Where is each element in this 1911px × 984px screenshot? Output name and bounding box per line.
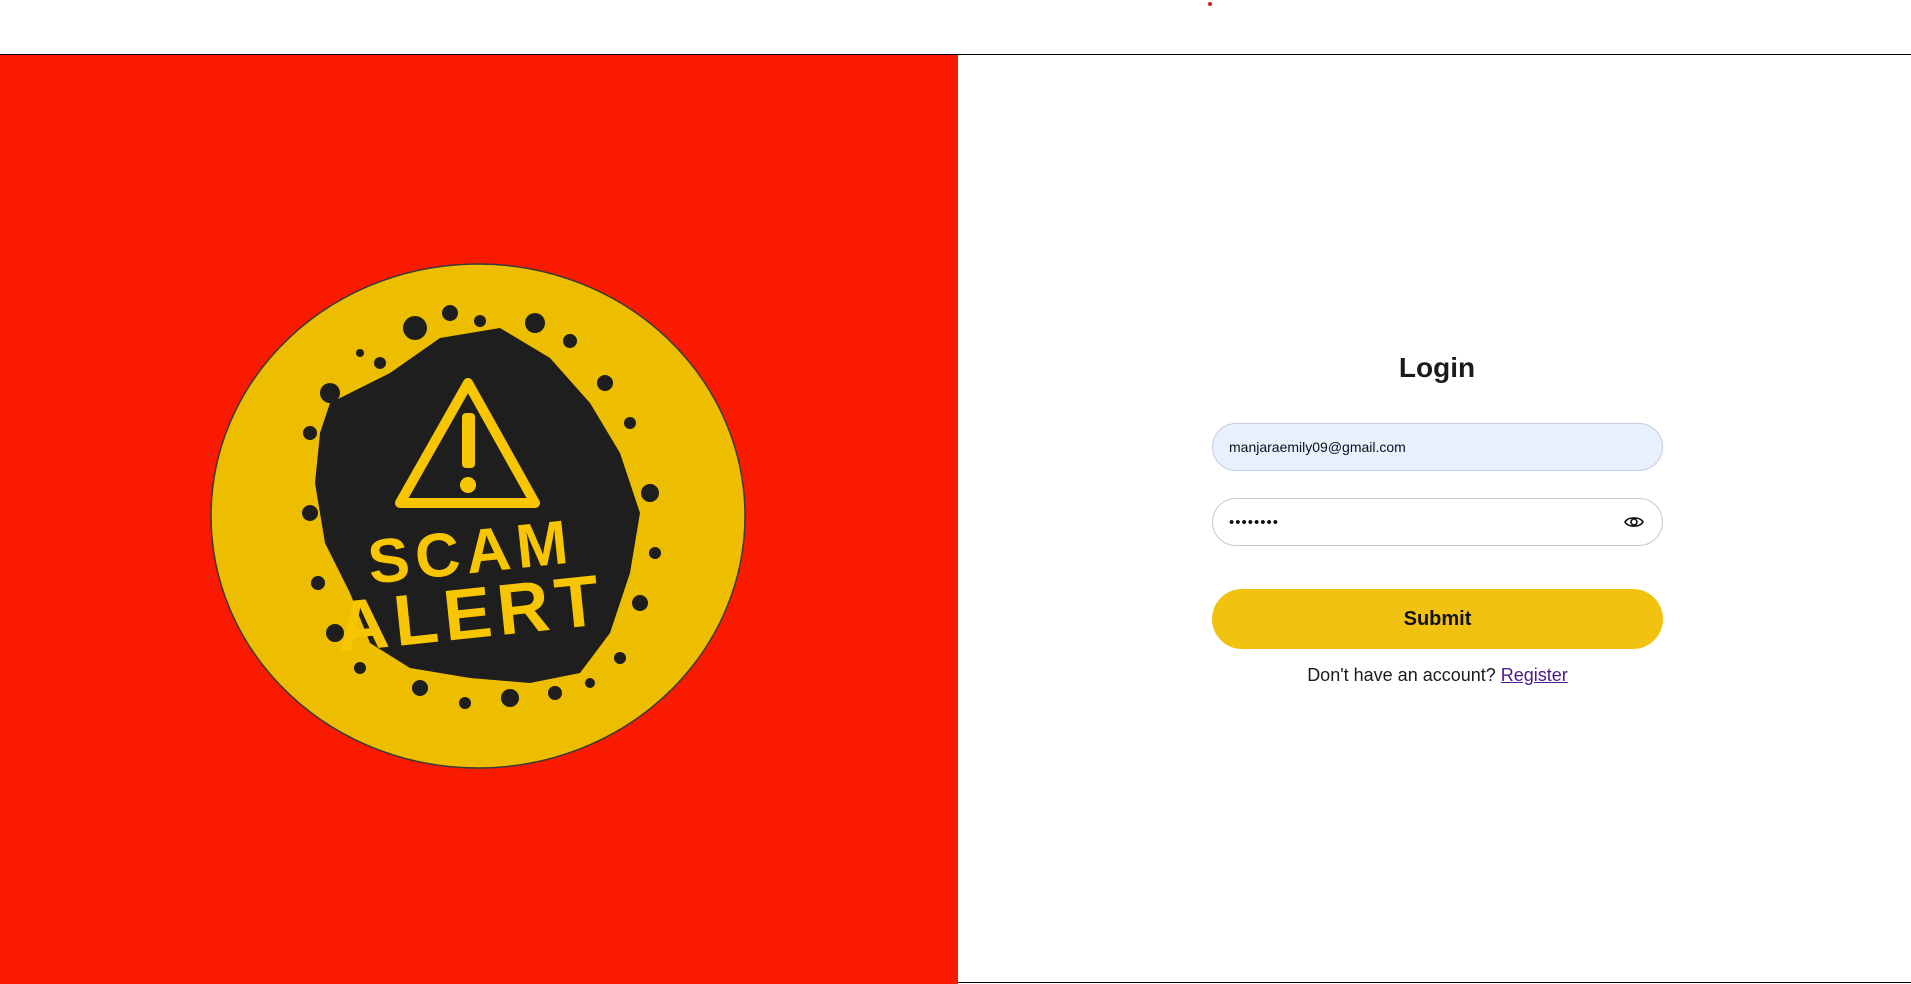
scam-alert-emblem: SCAM ALERT	[210, 263, 746, 769]
email-field[interactable]	[1212, 423, 1663, 471]
register-prompt: Don't have an account? Register	[1212, 665, 1663, 686]
scam-alert-graphic: SCAM ALERT	[210, 263, 746, 769]
login-title: Login	[1398, 352, 1476, 383]
eye-icon[interactable]	[1622, 510, 1646, 534]
password-field[interactable]	[1212, 498, 1663, 546]
email-input[interactable]	[1229, 439, 1646, 455]
submit-button[interactable]: Submit	[1212, 589, 1663, 649]
top-bar	[0, 0, 1911, 55]
register-link[interactable]: Register	[1501, 665, 1568, 685]
top-dot	[1208, 2, 1212, 6]
password-input[interactable]	[1229, 513, 1622, 531]
register-prompt-text: Don't have an account?	[1307, 665, 1501, 685]
left-panel: SCAM ALERT	[0, 55, 958, 984]
